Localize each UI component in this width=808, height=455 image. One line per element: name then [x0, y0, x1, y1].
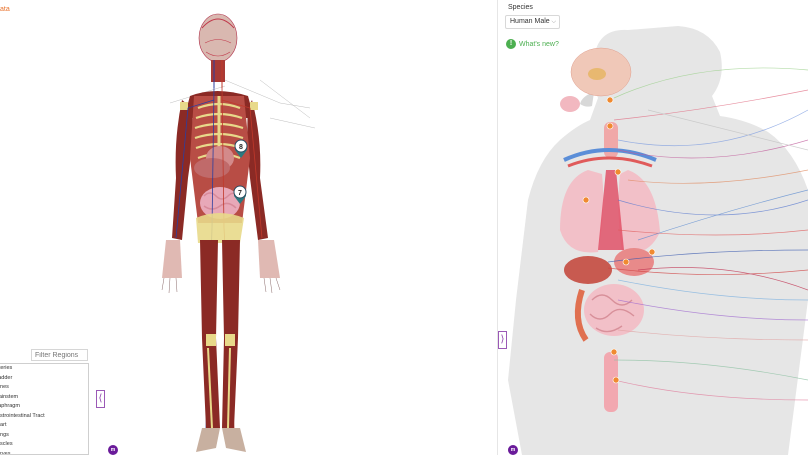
region-item[interactable]: eart: [0, 421, 88, 431]
region-item[interactable]: ladder: [0, 374, 88, 384]
anatomy-diagram-pane[interactable]: Species Human Male ⌵ ! What's new? ⟩ m: [498, 0, 808, 455]
app-logo-icon: m: [108, 445, 118, 455]
region-item[interactable]: erves: [0, 450, 88, 455]
filter-regions-input[interactable]: [31, 349, 88, 361]
region-item[interactable]: iaphragm: [0, 402, 88, 412]
region-item[interactable]: rteries: [0, 364, 88, 374]
region-item[interactable]: ones: [0, 383, 88, 393]
marker-label: 8: [239, 144, 243, 151]
species-label: Species: [508, 4, 533, 11]
region-item[interactable]: ungs: [0, 431, 88, 441]
region-item[interactable]: astrointestinal Tract: [0, 412, 88, 422]
expand-panel-button[interactable]: ⟩: [498, 331, 507, 349]
app-logo-icon: m: [508, 445, 518, 455]
chevron-down-icon: ⌵: [551, 19, 556, 25]
species-select-value: Human Male: [510, 18, 550, 25]
model-viewer-pane[interactable]: ata 8 7 Filter Regions eries dder nes in…: [0, 0, 497, 455]
corner-link[interactable]: ata: [0, 6, 10, 13]
app: ata 8 7 Filter Regions eries dder nes in…: [0, 0, 808, 455]
marker-label: 7: [238, 190, 242, 197]
species-select[interactable]: Human Male ⌵: [505, 15, 560, 29]
3d-body-model[interactable]: 8 7: [150, 8, 340, 455]
region-item[interactable]: rainstem: [0, 393, 88, 403]
collapse-panel-button[interactable]: ⟨: [96, 390, 105, 408]
region-item[interactable]: uscles: [0, 440, 88, 450]
body-silhouette-diagram[interactable]: [498, 0, 808, 455]
info-icon: !: [506, 39, 516, 49]
region-list[interactable]: rteries ladder ones rainstem iaphragm as…: [0, 363, 89, 455]
whats-new-label: What's new?: [519, 40, 559, 48]
whats-new-link[interactable]: ! What's new?: [506, 38, 559, 50]
